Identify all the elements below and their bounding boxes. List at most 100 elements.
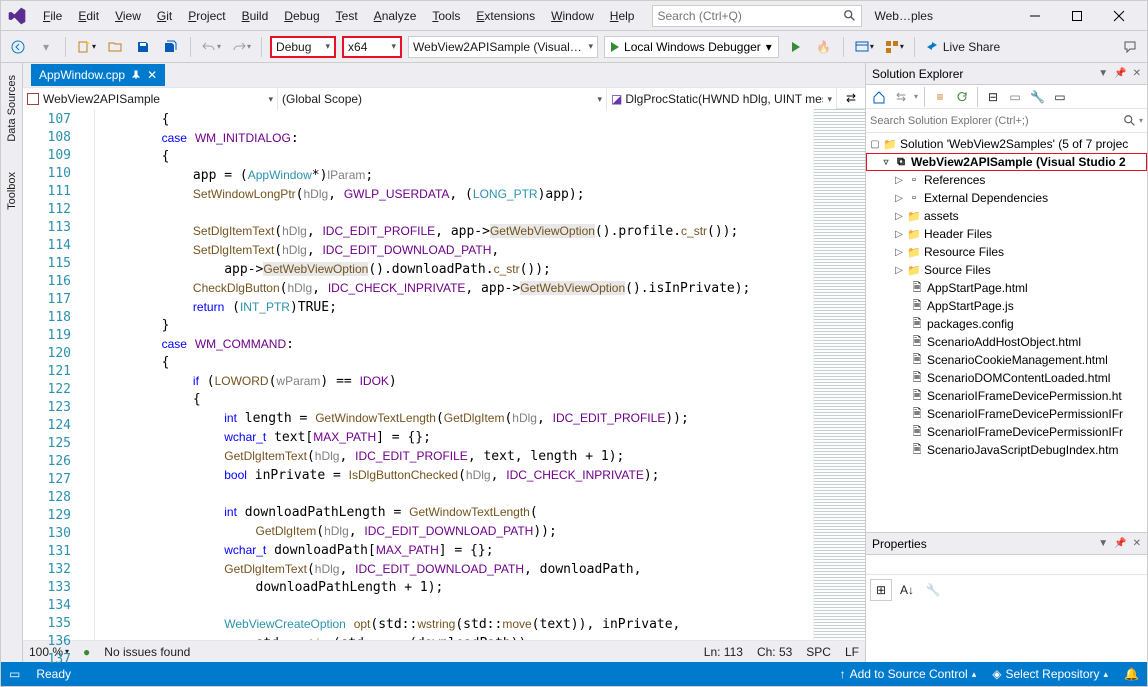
quick-search[interactable] xyxy=(652,5,862,27)
folder-resource-files[interactable]: ▷📁Resource Files xyxy=(866,243,1147,261)
preview-button[interactable]: ▭ xyxy=(1051,88,1069,106)
undo-button[interactable]: ▾ xyxy=(199,36,223,58)
feedback-button[interactable] xyxy=(1119,36,1141,58)
events-button[interactable]: 🔧 xyxy=(922,579,944,601)
indent-mode[interactable]: SPC xyxy=(806,645,831,659)
hot-reload-button[interactable]: 🔥 xyxy=(813,36,835,58)
output-icon[interactable]: ▭ xyxy=(9,667,20,681)
menu-project[interactable]: Project xyxy=(180,5,233,27)
refresh-button[interactable] xyxy=(953,88,971,106)
project-node[interactable]: ▿⧉WebView2APISample (Visual Studio 2 xyxy=(866,153,1147,171)
file-item[interactable]: 🗎ScenarioCookieManagement.html xyxy=(866,351,1147,369)
live-share-button[interactable]: Live Share xyxy=(923,36,1002,58)
select-repository-button[interactable]: ◈Select Repository▴ xyxy=(992,667,1108,681)
layout-button[interactable]: ▾ xyxy=(882,36,906,58)
menu-analyze[interactable]: Analyze xyxy=(366,5,425,27)
switch-view-button[interactable]: ⇆ xyxy=(892,88,910,106)
menu-help[interactable]: Help xyxy=(602,5,643,27)
new-item-button[interactable]: ▾ xyxy=(74,36,98,58)
close-button[interactable] xyxy=(1105,6,1133,26)
close-tab-button[interactable]: ✕ xyxy=(147,68,157,82)
nav-forward-button[interactable]: ▾ xyxy=(35,36,57,58)
start-debugging-button[interactable]: Local Windows Debugger▾ xyxy=(604,36,779,58)
file-item[interactable]: 🗎ScenarioAddHostObject.html xyxy=(866,333,1147,351)
file-item[interactable]: 🗎AppStartPage.js xyxy=(866,297,1147,315)
save-all-button[interactable] xyxy=(160,36,182,58)
folder-assets[interactable]: ▷📁assets xyxy=(866,207,1147,225)
platform-combo[interactable]: x64▾ xyxy=(342,36,402,58)
pin-icon[interactable]: 📌 xyxy=(1114,68,1126,79)
pin-icon[interactable] xyxy=(131,70,141,80)
minimap[interactable] xyxy=(813,109,865,640)
menu-edit[interactable]: Edit xyxy=(70,5,107,27)
solution-explorer-search[interactable]: ▾ xyxy=(866,109,1147,133)
folder-references[interactable]: ▷▫References xyxy=(866,171,1147,189)
menu-view[interactable]: View xyxy=(107,5,149,27)
nav-member-combo[interactable]: ◪DlgProcStatic(HWND hDlg, UINT messag▾ xyxy=(607,88,837,110)
properties-header[interactable]: Properties ▼ 📌 ✕ xyxy=(866,533,1147,555)
menu-build[interactable]: Build xyxy=(234,5,277,27)
maximize-button[interactable] xyxy=(1063,6,1091,26)
split-editor-button[interactable]: ⇄ xyxy=(837,88,865,108)
file-item[interactable]: 🗎ScenarioIFrameDevicePermissionIFr xyxy=(866,405,1147,423)
close-panel-icon[interactable]: ✕ xyxy=(1133,68,1141,79)
file-item[interactable]: 🗎packages.config xyxy=(866,315,1147,333)
minimize-button[interactable] xyxy=(1021,6,1049,26)
search-icon xyxy=(1123,114,1137,128)
browser-select-button[interactable]: ▾ xyxy=(852,36,876,58)
home-button[interactable] xyxy=(870,88,888,106)
save-button[interactable] xyxy=(132,36,154,58)
code-content[interactable]: { case WM_INITDIALOG: { app = (AppWindow… xyxy=(95,109,813,640)
code-editor[interactable]: 107 108 109 110 111 112 113 114 115 116 … xyxy=(23,109,865,640)
folder-external-dependencies[interactable]: ▷▫External Dependencies xyxy=(866,189,1147,207)
quick-search-input[interactable] xyxy=(657,9,843,23)
file-item[interactable]: 🗎AppStartPage.html xyxy=(866,279,1147,297)
issues-status[interactable]: No issues found xyxy=(104,645,190,659)
editor-area: AppWindow.cpp ✕ WebView2APISample▾ (Glob… xyxy=(23,63,865,662)
nav-project-combo[interactable]: WebView2APISample▾ xyxy=(23,88,278,110)
solution-explorer-header[interactable]: Solution Explorer ▼ 📌 ✕ xyxy=(866,63,1147,85)
menu-tools[interactable]: Tools xyxy=(424,5,468,27)
redo-button[interactable]: ▾ xyxy=(229,36,253,58)
notifications-icon[interactable]: 🔔 xyxy=(1124,667,1139,681)
data-sources-tab[interactable]: Data Sources xyxy=(6,69,18,148)
startup-project-combo[interactable]: WebView2APISample (Visual Studi…▾ xyxy=(408,36,598,58)
panel-dropdown-icon[interactable]: ▼ xyxy=(1098,68,1108,79)
nav-back-button[interactable] xyxy=(7,36,29,58)
show-all-button[interactable]: ▭ xyxy=(1006,88,1024,106)
active-document-tab[interactable]: AppWindow.cpp ✕ xyxy=(31,64,165,86)
menu-git[interactable]: Git xyxy=(149,5,180,27)
properties-button[interactable]: 🔧 xyxy=(1028,88,1047,106)
sync-button[interactable]: ≡ xyxy=(931,88,949,106)
pin-icon[interactable]: 📌 xyxy=(1114,538,1126,549)
configuration-combo[interactable]: Debug▾ xyxy=(270,36,336,58)
alphabetical-button[interactable]: A↓ xyxy=(896,579,918,601)
folder-header-files[interactable]: ▷📁Header Files xyxy=(866,225,1147,243)
menu-debug[interactable]: Debug xyxy=(276,5,327,27)
menu-file[interactable]: File xyxy=(35,5,70,27)
collapse-all-button[interactable]: ⊟ xyxy=(984,88,1002,106)
open-button[interactable] xyxy=(104,36,126,58)
close-panel-icon[interactable]: ✕ xyxy=(1133,538,1141,549)
editor-status-bar: 100 %▾ ● No issues found Ln: 113 Ch: 53 … xyxy=(23,640,865,662)
solution-explorer-search-input[interactable] xyxy=(870,115,1123,127)
menu-test[interactable]: Test xyxy=(328,5,366,27)
nav-scope-combo[interactable]: (Global Scope)▾ xyxy=(278,88,607,110)
line-ending[interactable]: LF xyxy=(845,645,859,659)
panel-dropdown-icon[interactable]: ▼ xyxy=(1098,538,1108,549)
folder-source-files[interactable]: ▷📁Source Files xyxy=(866,261,1147,279)
file-item[interactable]: 🗎ScenarioIFrameDevicePermissionIFr xyxy=(866,423,1147,441)
start-without-debugging-button[interactable] xyxy=(785,36,807,58)
source-control-button[interactable]: ↑Add to Source Control▴ xyxy=(840,667,977,681)
file-item[interactable]: 🗎ScenarioDOMContentLoaded.html xyxy=(866,369,1147,387)
solution-tree[interactable]: ▢📁Solution 'WebView2Samples' (5 of 7 pro… xyxy=(866,133,1147,532)
fold-gutter[interactable] xyxy=(81,109,95,640)
vs-logo-icon xyxy=(7,6,27,26)
file-item[interactable]: 🗎ScenarioJavaScriptDebugIndex.htm xyxy=(866,441,1147,459)
categorized-button[interactable]: ⊞ xyxy=(870,579,892,601)
toolbox-tab[interactable]: Toolbox xyxy=(6,166,18,216)
menu-window[interactable]: Window xyxy=(543,5,602,27)
menu-extensions[interactable]: Extensions xyxy=(468,5,543,27)
solution-node[interactable]: ▢📁Solution 'WebView2Samples' (5 of 7 pro… xyxy=(866,135,1147,153)
file-item[interactable]: 🗎ScenarioIFrameDevicePermission.ht xyxy=(866,387,1147,405)
